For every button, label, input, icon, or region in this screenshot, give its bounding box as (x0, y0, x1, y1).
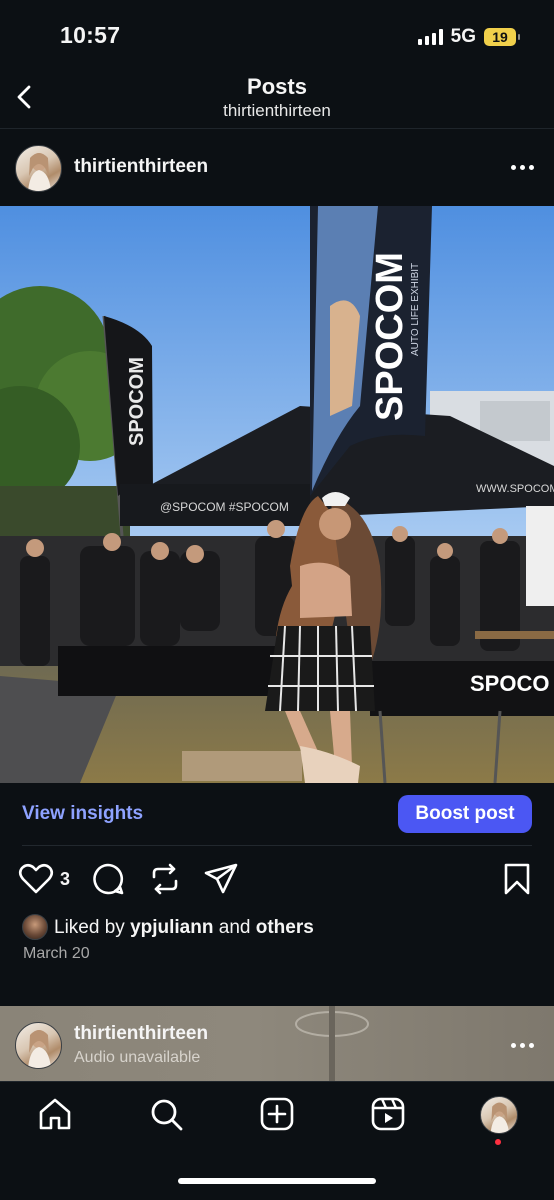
post-author-username[interactable]: thirtienthirteen (74, 156, 208, 178)
liked-by-others[interactable]: others (256, 917, 314, 938)
page-subtitle: thirtienthirteen (223, 101, 331, 120)
post-author-avatar[interactable] (15, 145, 62, 192)
status-indicators: 5G 19 (417, 26, 520, 48)
svg-text:SPOCO: SPOCO (470, 671, 549, 696)
banner-text: SPOCOM (369, 252, 411, 421)
reels-icon[interactable] (370, 1096, 406, 1132)
home-indicator[interactable] (178, 1178, 376, 1184)
view-insights-link[interactable]: View insights (22, 803, 143, 825)
insights-divider (22, 845, 532, 846)
liked-by-user[interactable]: ypjuliann (130, 917, 213, 938)
network-label: 5G (450, 26, 476, 47)
page-title: Posts (247, 74, 307, 99)
tent-right-text: WWW.SPOCOMUSA.C (476, 483, 554, 495)
banner-sub: AUTO LIFE EXHIBIT (410, 263, 421, 356)
liker-avatar[interactable] (22, 914, 48, 940)
heart-icon[interactable] (18, 861, 54, 897)
save-bookmark-icon[interactable] (499, 861, 535, 897)
battery-icon: 19 (484, 28, 520, 46)
create-icon[interactable] (259, 1096, 295, 1132)
boost-post-button[interactable]: Boost post (398, 795, 532, 833)
liked-by-text[interactable]: Liked by ypjuliann and others (54, 917, 314, 939)
home-icon[interactable] (37, 1096, 73, 1132)
share-icon[interactable] (203, 861, 239, 897)
next-post-more-icon[interactable] (511, 1043, 534, 1048)
liked-by-prefix: Liked by (54, 917, 125, 938)
search-icon[interactable] (148, 1096, 184, 1132)
next-post-audio-status: Audio unavailable (74, 1049, 201, 1066)
post-image[interactable]: SPOCOM @SPOCOM #SPOCOM WWW.SPOCOMUSA.C S… (0, 206, 554, 783)
signal-icon (417, 29, 443, 45)
comment-icon[interactable] (90, 861, 126, 897)
next-post-avatar[interactable] (15, 1022, 62, 1069)
status-time: 10:57 (60, 22, 121, 48)
like-count[interactable]: 3 (60, 869, 70, 890)
post-date: March 20 (23, 945, 90, 962)
repost-icon[interactable] (147, 861, 183, 897)
notification-dot (495, 1139, 501, 1145)
next-post-username[interactable]: thirtienthirteen (74, 1023, 208, 1045)
liked-by-and: and (218, 917, 251, 938)
svg-text:SPOCOM: SPOCOM (126, 357, 148, 446)
profile-avatar[interactable] (480, 1096, 518, 1134)
more-options-icon[interactable] (511, 165, 534, 170)
header-divider (0, 128, 554, 129)
tent-text: @SPOCOM #SPOCOM (160, 500, 289, 514)
